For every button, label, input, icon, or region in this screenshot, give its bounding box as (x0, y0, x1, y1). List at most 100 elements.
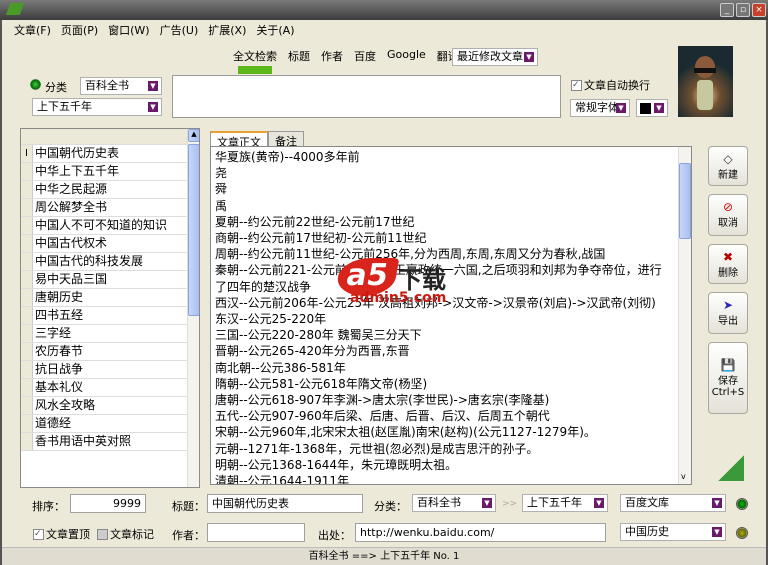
order-label: 排序： (32, 500, 65, 513)
list-item[interactable]: 抗日战争 (21, 361, 199, 379)
category-primary-dropdown[interactable]: 百科全书 ▼ (80, 77, 162, 95)
list-item[interactable]: 中华之民起源 (21, 181, 199, 199)
chevron-down-icon: ▼ (712, 527, 722, 537)
delete-button[interactable]: ✖ 删除 (708, 244, 748, 284)
avatar-body (697, 80, 713, 110)
author-input[interactable] (207, 523, 305, 542)
minimize-button[interactable]: _ (720, 3, 734, 17)
cancel-button[interactable]: ⊘ 取消 (708, 194, 748, 236)
search-tab[interactable]: 标题 (288, 48, 310, 64)
scroll-down-button[interactable]: v (681, 472, 686, 481)
list-item[interactable]: 道德经 (21, 415, 199, 433)
pin-checkbox[interactable]: ✓ 文章置顶 (33, 526, 90, 542)
maximize-button[interactable]: ▫ (736, 3, 750, 17)
scroll-thumb[interactable] (679, 163, 691, 239)
author-label: 作者： (172, 529, 205, 542)
list-item[interactable]: 中国古代权术 (21, 235, 199, 253)
cat1-value: 百科全书 (417, 496, 461, 509)
list-item[interactable]: 三字经 (21, 325, 199, 343)
mark-checkbox[interactable]: 文章标记 (97, 526, 154, 542)
user-avatar[interactable] (678, 46, 733, 117)
article-line: 禹 (215, 198, 228, 213)
row-indicator (21, 289, 33, 306)
row-indicator (21, 199, 33, 216)
side-button-label: 删除 (718, 268, 738, 279)
row-indicator (21, 163, 33, 180)
list-item-label: 基本礼仪 (35, 380, 84, 394)
scroll-up-button[interactable]: ▲ (188, 129, 199, 142)
article-line: 华夏族(黄帝)--4000多年前 (215, 150, 360, 164)
search-input[interactable] (172, 75, 561, 118)
form-category1-dropdown[interactable]: 百科全书 ▼ (412, 494, 496, 512)
list-item-label: 中国古代权术 (35, 236, 108, 250)
menu-item[interactable]: 扩展(X) (208, 22, 246, 38)
menu-item[interactable]: 文章(F) (14, 22, 51, 38)
checkbox-checked-icon: ✓ (33, 528, 44, 540)
article-line: 唐朝--公元618-907年李渊->唐太宗(李世民)->唐玄宗(李隆基) (215, 393, 550, 408)
avatar-sunglasses (694, 68, 716, 73)
font-dropdown[interactable]: 常规字体 ▼ (570, 99, 630, 117)
title-bar[interactable]: _ ▫ × (0, 0, 768, 20)
menu-item[interactable]: 页面(P) (61, 22, 98, 38)
chevron-down-icon: ▼ (148, 81, 158, 91)
list-item[interactable]: 中华上下五千年 (21, 163, 199, 181)
new-button[interactable]: ◇ 新建 (708, 146, 748, 186)
list-item[interactable]: 中国人不可不知道的知识 (21, 217, 199, 235)
list-item[interactable]: 四书五经 (21, 307, 199, 325)
source-label: 出处： (318, 529, 351, 542)
list-item[interactable]: 周公解梦全书 (21, 199, 199, 217)
article-line: 商朝--约公元前17世纪初-公元前11世纪 (215, 231, 427, 246)
library-settings-icon[interactable] (736, 498, 748, 510)
search-tab[interactable]: Google (387, 48, 426, 64)
list-item[interactable]: 基本礼仪 (21, 379, 199, 397)
export-button[interactable]: ➤ 导出 (708, 292, 748, 334)
chevron-down-icon: ▼ (594, 498, 604, 508)
category-radio[interactable] (30, 79, 41, 90)
close-button[interactable]: × (752, 3, 766, 17)
scroll-thumb[interactable] (188, 144, 199, 316)
menu-item[interactable]: 广告(U) (160, 22, 199, 38)
auto-wrap-label: 文章自动换行 (584, 79, 650, 92)
side-button-label: 新建 (718, 170, 738, 181)
list-item-label: 中华上下五千年 (35, 164, 120, 178)
row-indicator (21, 253, 33, 270)
topic-settings-icon[interactable] (736, 527, 748, 539)
article-line: 尧 (215, 166, 228, 181)
content-scrollbar[interactable]: v (678, 147, 691, 484)
row-indicator (21, 235, 33, 252)
article-list[interactable]: I 中国朝代历史表 中华上下五千年 中华之民起源周公解梦全书 中国人不可不知道的知识 中国… (20, 128, 200, 488)
order-input[interactable]: 9999 (70, 494, 146, 513)
article-line: 南北朝--公元386-581年 (215, 360, 346, 375)
search-tab[interactable]: 百度 (354, 48, 376, 64)
list-item[interactable]: 风水全攻略 (21, 397, 199, 415)
library-dropdown[interactable]: 百度文库 ▼ (620, 494, 726, 512)
source-input[interactable]: http://wenku.baidu.com/ (355, 523, 606, 542)
row-indicator (21, 379, 33, 396)
search-tab[interactable]: 作者 (321, 48, 343, 64)
topic-dropdown[interactable]: 中国历史 ▼ (620, 523, 726, 541)
recent-articles-dropdown[interactable]: 最近修改文章 ▼ (452, 48, 538, 66)
form-category2-dropdown[interactable]: 上下五千年 ▼ (522, 494, 608, 512)
list-item[interactable]: 中国古代的科技发展 (21, 253, 199, 271)
list-item[interactable]: I 中国朝代历史表 (21, 145, 199, 163)
font-color-dropdown[interactable]: ▼ (636, 99, 668, 117)
list-item[interactable]: 香书用语中英对照 (21, 433, 199, 451)
search-tab[interactable]: 全文检索 (233, 48, 277, 64)
active-tab-indicator (238, 66, 272, 74)
title-input[interactable]: 中国朝代历史表 (207, 494, 363, 513)
list-item[interactable]: 唐朝历史 (21, 289, 199, 307)
menu-item[interactable]: 关于(A) (256, 22, 294, 38)
watermark-logo: a5 下载 admin5.com (334, 256, 498, 306)
save-button[interactable]: 💾 保存 Ctrl+S (708, 342, 748, 414)
list-scrollbar[interactable]: ▲ (187, 129, 199, 487)
article-line: 三国--公元220-280年 魏蜀吴三分天下 (215, 328, 422, 343)
list-item-label: 中华之民起源 (35, 182, 108, 196)
category-secondary-dropdown[interactable]: 上下五千年 ▼ (32, 98, 162, 116)
list-item[interactable]: 农历春节 (21, 343, 199, 361)
menu-item[interactable]: 窗口(W) (108, 22, 149, 38)
article-content[interactable]: 华夏族(黄帝)--4000多年前尧舜禹夏朝--约公元前22世纪-公元前17世纪商… (210, 146, 692, 485)
auto-wrap-checkbox[interactable]: ✓ 文章自动换行 (571, 77, 650, 93)
article-line: 五代--公元907-960年后梁、后唐、后晋、后汉、后周五个朝代 (215, 409, 550, 424)
list-item[interactable]: 易中天品三国 (21, 271, 199, 289)
article-line: 东汉--公元25-220年 (215, 312, 327, 327)
